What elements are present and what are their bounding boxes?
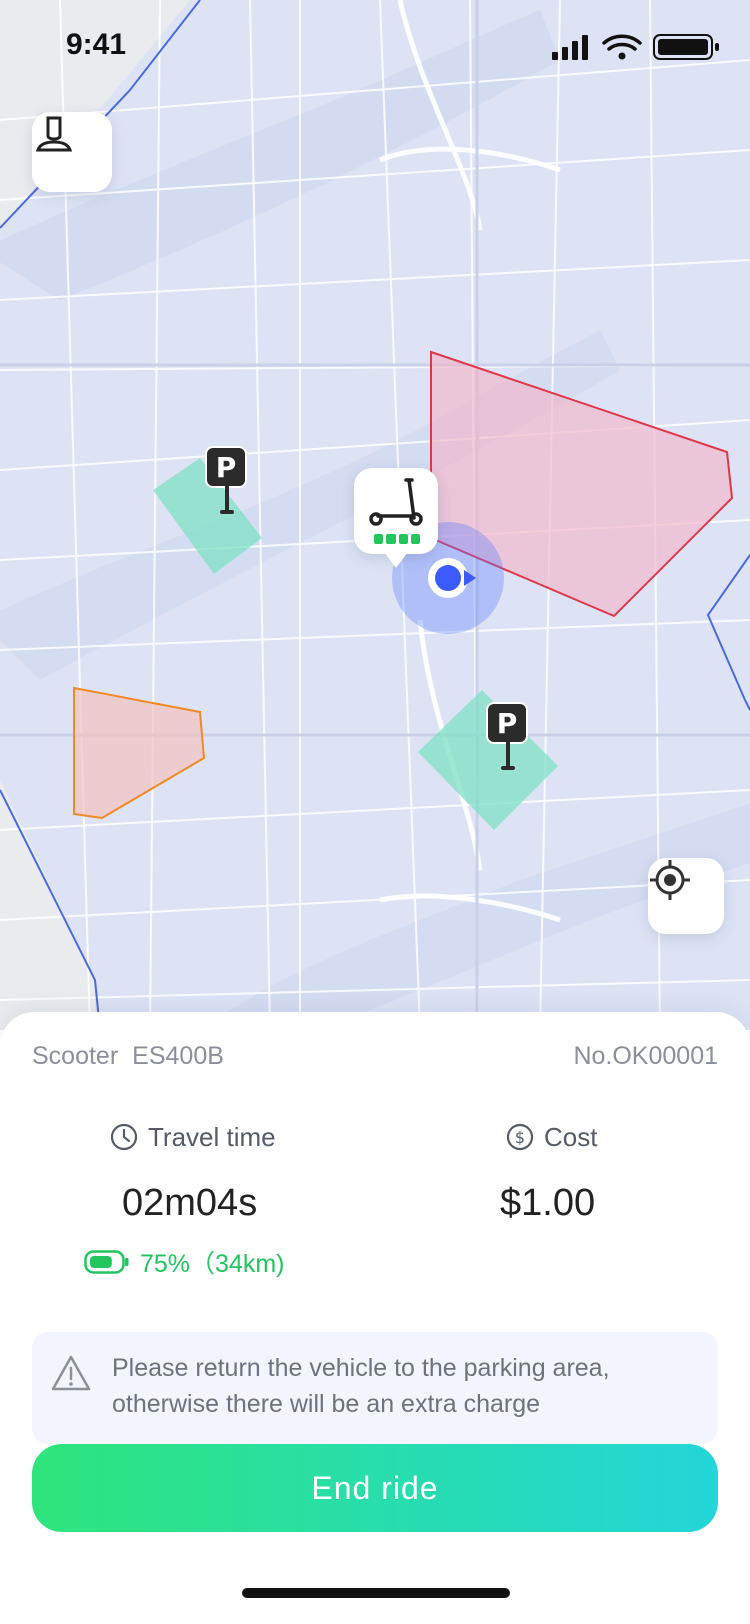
warning-text: Please return the vehicle to the parking… bbox=[112, 1354, 610, 1418]
battery-text: 75%（34km) bbox=[140, 1250, 285, 1278]
status-icons bbox=[552, 34, 719, 60]
signal-icon bbox=[552, 35, 588, 60]
vehicle-model: ES400B bbox=[132, 1042, 224, 1070]
user-icon bbox=[35, 116, 73, 152]
crosshair-icon bbox=[650, 860, 690, 900]
parking-pin[interactable]: P bbox=[486, 702, 530, 772]
parking-pin[interactable]: P bbox=[205, 446, 249, 516]
map-view[interactable]: P P bbox=[0, 0, 750, 1030]
home-indicator bbox=[242, 1588, 510, 1598]
svg-text:$: $ bbox=[515, 1128, 525, 1147]
scooter-battery-indicator bbox=[374, 534, 420, 544]
end-ride-button[interactable]: End ride bbox=[32, 1444, 718, 1532]
dollar-icon: $ bbox=[506, 1123, 534, 1151]
scooter-marker[interactable] bbox=[354, 468, 438, 568]
parking-warning: Please return the vehicle to the parking… bbox=[32, 1332, 718, 1444]
vehicle-info-row: Scooter ES400B No.OK00001 bbox=[32, 1042, 718, 1078]
travel-time-label-row: Travel time bbox=[110, 1120, 276, 1154]
status-bar: 9:41 bbox=[0, 0, 750, 92]
parking-pin-label: P bbox=[205, 446, 247, 488]
battery-icon bbox=[84, 1250, 129, 1274]
locate-me-button[interactable] bbox=[648, 858, 724, 934]
travel-time-value: 02m04s bbox=[122, 1182, 258, 1224]
travel-time-label: Travel time bbox=[148, 1121, 276, 1152]
wifi-icon bbox=[602, 34, 642, 51]
parking-pin-label: P bbox=[486, 702, 528, 744]
cost-value: $1.00 bbox=[500, 1182, 596, 1224]
warning-icon bbox=[51, 1355, 91, 1391]
ride-info-sheet: Scooter ES400B No.OK00001 Travel time $ C… bbox=[0, 1012, 750, 1624]
cost-label: Cost bbox=[544, 1121, 598, 1152]
vehicle-type: Scooter bbox=[32, 1042, 119, 1070]
status-time: 9:41 bbox=[66, 28, 127, 61]
scooter-icon bbox=[369, 478, 423, 526]
profile-button[interactable] bbox=[32, 112, 112, 192]
clock-icon bbox=[110, 1123, 138, 1151]
cost-label-row: $ Cost bbox=[506, 1120, 597, 1154]
vehicle-number: No.OK00001 bbox=[573, 1042, 718, 1070]
battery-status-icon bbox=[653, 34, 719, 60]
battery-row: 75%（34km) bbox=[84, 1244, 285, 1280]
